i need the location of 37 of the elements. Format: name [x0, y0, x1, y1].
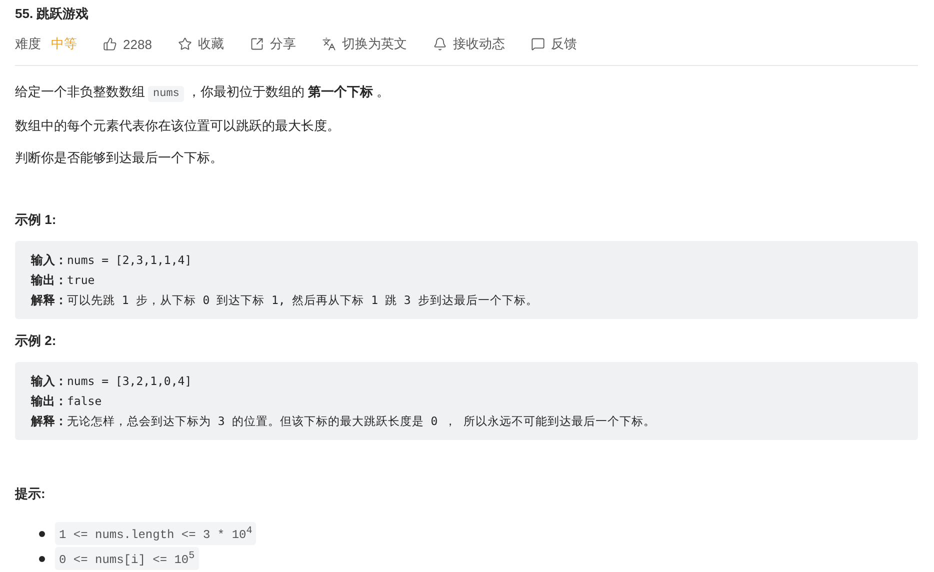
difficulty-label: 难度 [15, 35, 41, 53]
toolbar-action[interactable]: 收藏 [178, 35, 224, 53]
star-icon [178, 37, 192, 51]
example-heading: 示例 2: [15, 332, 58, 350]
difficulty-value: 中等 [51, 35, 77, 53]
bullet-dot [39, 530, 45, 536]
description-paragraph: 判断你是否能够到达最后一个下标。 [15, 149, 224, 167]
toolbar-action[interactable]: 分享 [250, 35, 296, 53]
problem-title: 55. 跳跃游戏 [15, 5, 90, 23]
example-value: false [67, 393, 102, 410]
translate-icon [322, 37, 336, 51]
example-label: 解释： [31, 292, 67, 309]
hint-code: 1 <= nums.length <= 3 * 10$^{4}$ [55, 522, 256, 545]
toolbar-action[interactable]: 接收动态 [432, 35, 505, 53]
example-label: 输出： [31, 393, 67, 410]
hints-heading: 提示: [15, 485, 46, 503]
example-label: 输入： [31, 252, 67, 269]
bell-icon [432, 37, 447, 51]
thumbs-up-icon [103, 37, 117, 51]
example-heading: 示例 1: [15, 211, 58, 229]
bullet-dot [39, 556, 45, 562]
example-value: 可以先跳 1 步，从下标 0 到达下标 1, 然后再从下标 1 跳 3 步到达最后一个下标。 [67, 292, 538, 309]
toolbar-action[interactable]: 切换为英文 [322, 35, 407, 53]
message-icon [530, 37, 545, 51]
example-value: nums = [3,2,1,0,4] [67, 373, 192, 390]
example-value: nums = [2,3,1,1,4] [67, 252, 192, 269]
hint-code: 0 <= nums[i] <= 10$^{5}$ [55, 547, 199, 570]
toolbar-action[interactable]: 反馈 [530, 35, 577, 53]
example-value: true [67, 272, 95, 289]
example-value: 无论怎样，总会到达下标为 3 的位置。但该下标的最大跳跃长度是 0 ， 所以永远不可能到达最后一个下标。 [67, 413, 656, 430]
description-paragraph: 数组中的每个元素代表你在该位置可以跳跃的最大长度。 [15, 117, 341, 135]
example-label: 解释： [31, 413, 67, 430]
example-label: 输入： [31, 373, 67, 390]
share-icon [250, 37, 264, 51]
description-paragraph: 给定一个非负整数数组 nums ，你最初位于数组的 第一个下标 。 [15, 83, 391, 104]
example-label: 输出： [31, 272, 67, 289]
toolbar-action[interactable]: 2288 [103, 36, 152, 52]
